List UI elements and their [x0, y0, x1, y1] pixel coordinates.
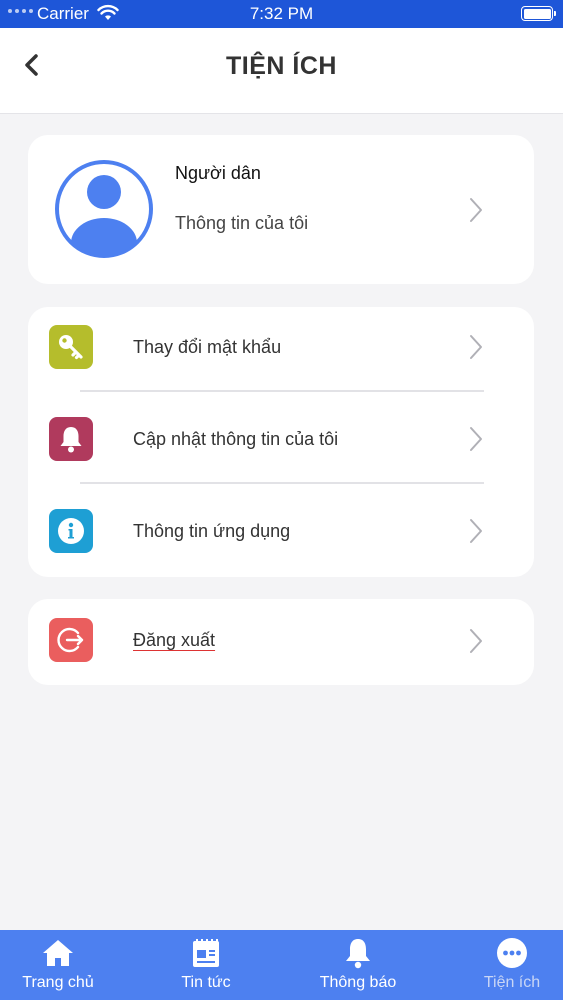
bell-icon [346, 939, 370, 969]
chevron-right-icon [470, 335, 482, 359]
bell-icon [49, 417, 93, 461]
status-bar: Carrier 7:32 PM [0, 0, 563, 28]
profile-subtitle: Thông tin của tôi [175, 213, 309, 233]
tab-label: Trang chủ [22, 974, 94, 991]
menu-item-label: Cập nhật thông tin của tôi [133, 429, 339, 449]
app-info-item[interactable]: Thông tin ứng dụng [28, 491, 534, 583]
divider [80, 482, 484, 484]
status-time: 7:32 PM [249, 4, 314, 23]
tab-news[interactable]: Tin tức [136, 930, 276, 1000]
logout-button[interactable]: Đăng xuất [28, 599, 534, 685]
divider [80, 390, 484, 392]
profile-card[interactable]: Người dân Thông tin của tôi [28, 135, 534, 284]
tab-notifications[interactable]: Thông báo [288, 930, 428, 1000]
update-info-item[interactable]: Cập nhật thông tin của tôi [28, 399, 534, 491]
page-title: TIỆN ÍCH [226, 52, 337, 80]
header: TIỆN ÍCH [0, 28, 563, 114]
logout-card: Đăng xuất [28, 599, 534, 685]
tab-utilities[interactable]: Tiện ích [442, 930, 563, 1000]
settings-menu-card: Thay đổi mật khẩu Cập nhật thông tin của… [28, 307, 534, 577]
chevron-right-icon [470, 519, 482, 543]
news-icon [193, 939, 219, 967]
tab-home[interactable]: Trang chủ [0, 930, 128, 1000]
tab-label: Thông báo [319, 974, 397, 991]
home-icon [43, 940, 73, 966]
battery-icon [521, 6, 556, 21]
bottom-tab-bar: Trang chủ Tin tức Thông báo Tiện ích [0, 930, 563, 1000]
change-password-item[interactable]: Thay đổi mật khẩu [28, 307, 534, 399]
profile-name: Người dân [175, 163, 261, 183]
logout-icon [49, 618, 93, 662]
more-icon [497, 938, 527, 968]
key-icon [49, 325, 93, 369]
chevron-right-icon [470, 198, 482, 222]
tab-label: Tin tức [181, 974, 231, 991]
chevron-right-icon [470, 629, 482, 653]
chevron-right-icon [470, 427, 482, 451]
avatar [55, 160, 153, 258]
logout-label: Đăng xuất [133, 630, 216, 650]
tab-label: Tiện ích [483, 974, 541, 991]
menu-item-label: Thay đổi mật khẩu [133, 337, 282, 357]
info-icon [49, 509, 93, 553]
menu-item-label: Thông tin ứng dụng [133, 521, 291, 541]
